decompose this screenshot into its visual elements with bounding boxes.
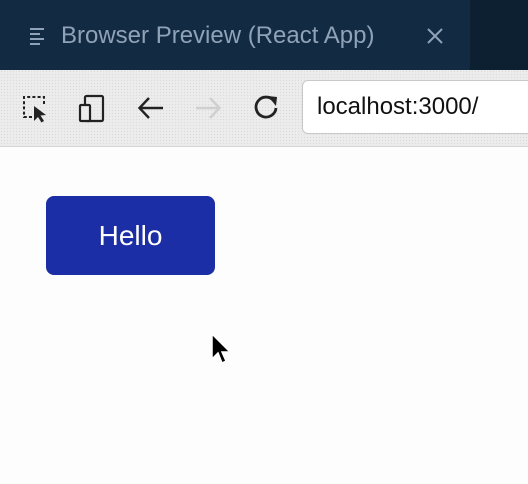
list-lines-icon	[30, 26, 48, 46]
page-content: Hello	[0, 147, 528, 484]
inspect-element-icon[interactable]	[20, 93, 50, 123]
browser-preview-window: Browser Preview (React App) localhost:30…	[0, 0, 528, 484]
close-icon[interactable]	[426, 27, 444, 45]
device-toggle-icon[interactable]	[77, 93, 107, 123]
reload-icon[interactable]	[251, 93, 281, 123]
hello-button[interactable]: Hello	[46, 196, 215, 275]
back-arrow-icon[interactable]	[136, 93, 166, 123]
tab-bar: Browser Preview (React App)	[0, 0, 528, 70]
browser-toolbar	[0, 70, 528, 147]
mouse-cursor-icon	[210, 332, 234, 369]
url-input[interactable]	[317, 90, 527, 124]
address-bar[interactable]	[302, 80, 528, 134]
forward-arrow-icon[interactable]	[193, 93, 223, 123]
tab-browser-preview[interactable]: Browser Preview (React App)	[0, 0, 470, 70]
tab-title: Browser Preview (React App)	[61, 22, 375, 49]
